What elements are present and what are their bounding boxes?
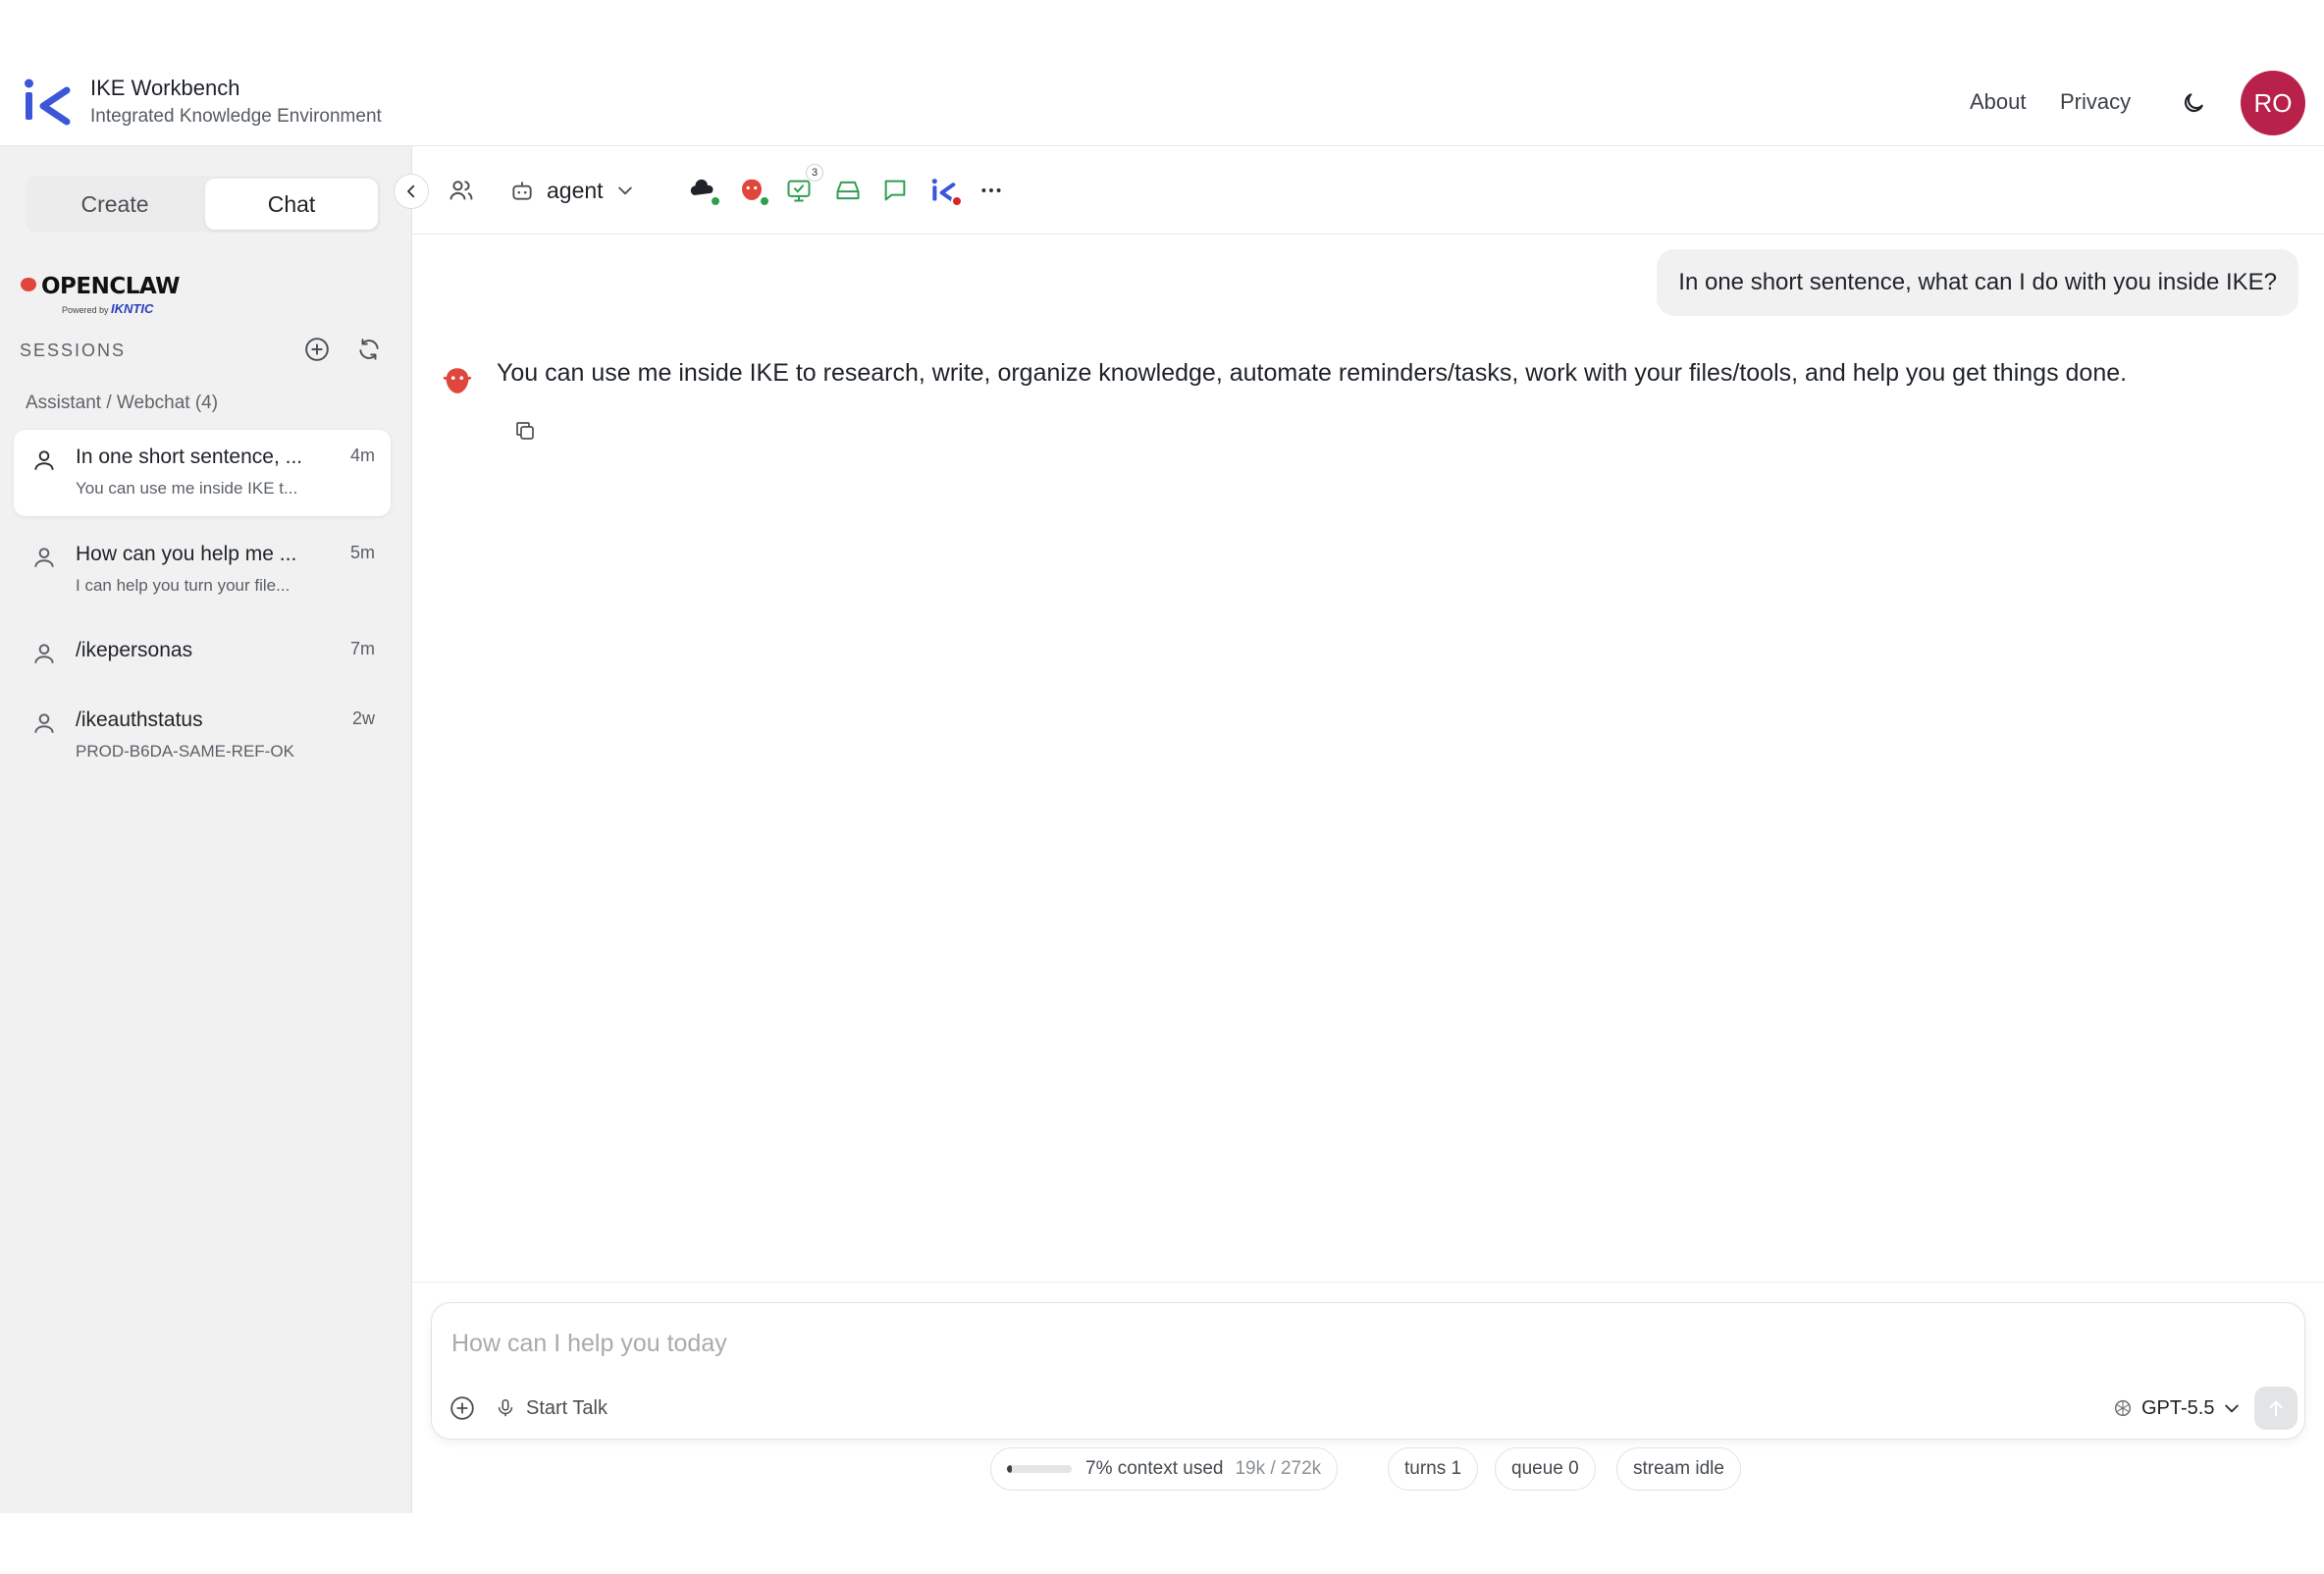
inbox-button[interactable] [829, 172, 867, 209]
openai-icon [2114, 1399, 2132, 1417]
session-item[interactable]: /ikeauthstatus PROD-B6DA-SAME-REF-OK 2w [14, 693, 391, 779]
openclaw-status-button[interactable] [733, 172, 770, 209]
session-title: How can you help me ... [76, 543, 297, 565]
copy-icon [516, 422, 534, 440]
session-time: 7m [349, 639, 375, 658]
participants-button[interactable] [443, 172, 480, 209]
session-item[interactable]: In one short sentence, ... You can use m… [14, 430, 391, 516]
tab-chat[interactable]: Chat [205, 179, 378, 230]
session-preview: PROD-B6DA-SAME-REF-OK [76, 742, 294, 761]
session-preview: You can use me inside IKE t... [76, 479, 298, 498]
monitor-badge: 3 [806, 164, 823, 182]
queue-chip: queue 0 [1495, 1447, 1596, 1491]
context-usage-bar [1007, 1465, 1072, 1473]
session-time: 4m [349, 446, 375, 465]
user-icon [34, 548, 54, 567]
context-usage-fill [1007, 1465, 1012, 1473]
brand-name: OPENCLAW [41, 274, 181, 299]
theme-toggle-button[interactable] [2177, 86, 2210, 120]
ike-logo-icon[interactable] [24, 77, 73, 126]
message-input[interactable] [451, 1323, 2277, 1364]
agent-select[interactable]: agent [509, 172, 635, 209]
composer-area: Start Talk GPT-5.5 7% context used 19k /… [413, 1282, 2324, 1513]
powered-by-label: Powered by [62, 305, 109, 315]
message-icon [884, 180, 906, 201]
model-select-label: GPT-5.5 [2141, 1396, 2215, 1419]
session-item[interactable]: /ikepersonas 7m [14, 623, 391, 686]
chevron-down-icon [617, 186, 632, 195]
refresh-sessions-button[interactable] [352, 333, 386, 366]
context-usage-chip: 7% context used 19k / 272k [990, 1447, 1339, 1491]
status-dot-green [710, 195, 721, 207]
mode-tabs: Create Chat [26, 176, 381, 233]
openclaw-avatar-icon [443, 368, 472, 394]
refresh-icon [359, 339, 379, 360]
send-button[interactable] [2254, 1387, 2298, 1430]
chat-toolbar: agent 3 [413, 146, 2324, 235]
app-subtitle: Integrated Knowledge Environment [90, 106, 382, 127]
more-icon [981, 188, 1001, 192]
start-talk-label: Start Talk [526, 1396, 607, 1419]
app-header: IKE Workbench Integrated Knowledge Envir… [0, 0, 2324, 146]
user-icon [34, 450, 54, 470]
monitor-check-icon [787, 180, 811, 202]
openclaw-logo-icon [21, 278, 36, 291]
openclaw-brand: OPENCLAW Powered by IKNTIC [20, 274, 181, 316]
model-select[interactable]: GPT-5.5 [2112, 1391, 2242, 1425]
collapse-sidebar-button[interactable] [394, 174, 429, 209]
composer: Start Talk GPT-5.5 [431, 1302, 2305, 1440]
agent-select-label: agent [547, 177, 604, 203]
status-dot-green [759, 195, 770, 207]
moon-icon [2184, 93, 2203, 113]
session-preview: I can help you turn your file... [76, 576, 290, 595]
session-time: 2w [351, 708, 375, 728]
powered-brand: IKNTIC [111, 301, 154, 316]
about-link[interactable]: About [1970, 89, 2027, 115]
new-session-button[interactable] [300, 333, 334, 366]
sidebar: Create Chat OPENCLAW Powered by IKNTIC S… [0, 146, 412, 1513]
session-title: In one short sentence, ... [76, 446, 303, 468]
plus-circle-icon [305, 338, 329, 361]
privacy-link[interactable]: Privacy [2060, 89, 2131, 115]
chevron-down-icon [2225, 1404, 2240, 1413]
monitor-button[interactable]: 3 [780, 164, 823, 209]
messages-button[interactable] [876, 172, 914, 209]
bot-icon [512, 182, 532, 200]
assistant-message: You can use me inside IKE to research, w… [497, 359, 2128, 387]
attach-button[interactable] [446, 1391, 479, 1425]
user-icon [34, 713, 54, 733]
users-icon [449, 181, 473, 200]
tab-create[interactable]: Create [28, 179, 201, 230]
user-message: In one short sentence, what can I do wit… [1657, 249, 2298, 316]
start-talk-button[interactable]: Start Talk [495, 1391, 607, 1425]
session-time: 5m [349, 543, 375, 562]
copy-message-button[interactable] [510, 416, 540, 446]
brand-powered-by: Powered by IKNTIC [62, 301, 153, 316]
arrow-up-icon [2269, 1400, 2283, 1417]
user-avatar[interactable]: RO [2241, 71, 2305, 135]
app-title: IKE Workbench [90, 76, 240, 100]
status-dot-red [951, 195, 963, 207]
session-group-label: Assistant / Webchat (4) [26, 393, 219, 413]
inbox-icon [836, 181, 860, 200]
cloud-status-button[interactable] [684, 172, 721, 209]
context-token-count: 19k / 272k [1235, 1458, 1322, 1479]
session-item[interactable]: How can you help me ... I can help you t… [14, 527, 391, 613]
plus-circle-icon [450, 1396, 474, 1420]
stream-status-chip: stream idle [1616, 1447, 1741, 1491]
session-title: /ikepersonas [76, 639, 193, 661]
more-options-button[interactable] [973, 172, 1010, 209]
microphone-icon [498, 1398, 513, 1417]
chevron-left-icon [407, 184, 415, 198]
turns-chip: turns 1 [1388, 1447, 1479, 1491]
sessions-label: SESSIONS [20, 341, 127, 360]
context-usage-label: 7% context used [1085, 1458, 1224, 1479]
session-title: /ikeauthstatus [76, 708, 203, 731]
ike-connection-button[interactable] [925, 172, 963, 209]
user-icon [34, 644, 54, 663]
